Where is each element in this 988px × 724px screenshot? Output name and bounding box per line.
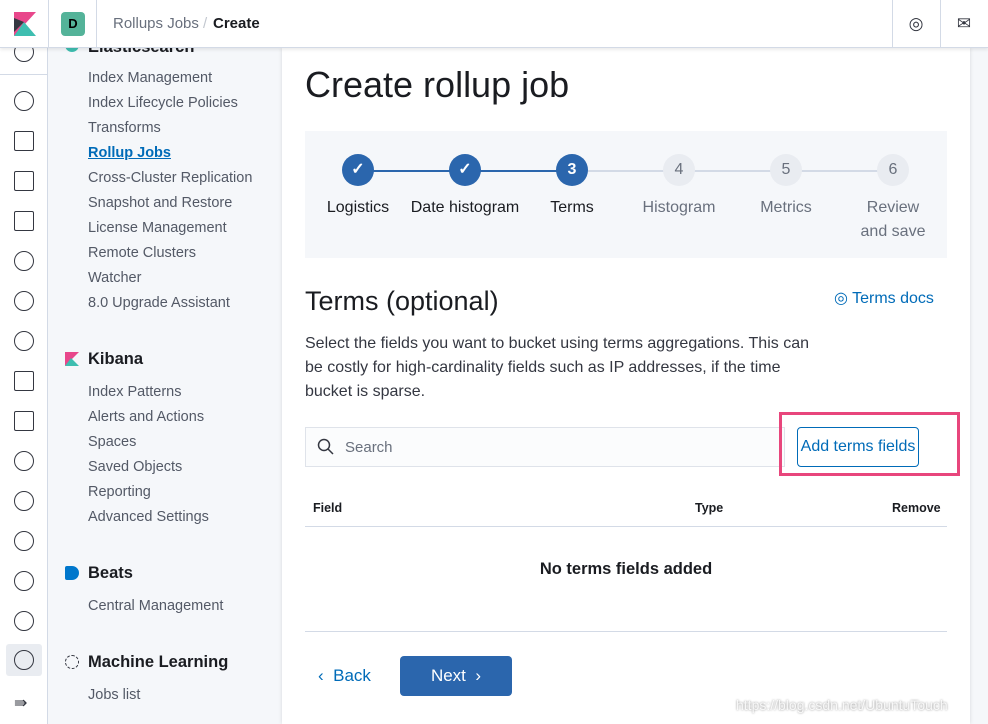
dev-tools-icon[interactable] bbox=[14, 571, 34, 591]
check-icon: ✓ bbox=[449, 154, 481, 186]
chevron-left-icon: ‹ bbox=[318, 666, 334, 685]
apm-icon[interactable] bbox=[14, 531, 34, 551]
divider bbox=[96, 0, 97, 48]
nav-icon-rail: ⇛ bbox=[0, 42, 48, 724]
back-button[interactable]: ‹ Back bbox=[318, 666, 371, 686]
empty-table-message: No terms fields added bbox=[539, 560, 713, 578]
divider bbox=[305, 526, 947, 527]
nav-spaces[interactable]: Spaces bbox=[88, 434, 136, 450]
management-sidenav: Elasticsearch Index Management Index Lif… bbox=[49, 38, 281, 724]
help-icon: ◎ bbox=[834, 290, 853, 307]
divider bbox=[940, 0, 941, 48]
next-button[interactable]: Next › bbox=[400, 656, 512, 696]
beats-icon bbox=[65, 566, 79, 580]
siem-icon[interactable] bbox=[14, 331, 34, 351]
gear-icon[interactable] bbox=[14, 650, 34, 670]
divider bbox=[48, 0, 49, 48]
breadcrumb-create: Create bbox=[213, 15, 260, 32]
nav-reporting[interactable]: Reporting bbox=[88, 484, 151, 500]
nav-license-management[interactable]: License Management bbox=[88, 220, 227, 236]
maps-icon[interactable] bbox=[14, 251, 34, 271]
monitoring-icon[interactable] bbox=[14, 611, 34, 631]
nav-jobs-list[interactable]: Jobs list bbox=[88, 687, 140, 703]
search-input[interactable]: Search bbox=[305, 427, 785, 467]
uptime-icon[interactable] bbox=[14, 451, 34, 471]
breadcrumb-rollup-jobs[interactable]: Rollups Jobs bbox=[113, 15, 199, 32]
nav-advanced-settings[interactable]: Advanced Settings bbox=[88, 509, 209, 525]
step-review-and-save[interactable]: 6 Review and save bbox=[838, 154, 948, 244]
page-title: Create rollup job bbox=[305, 64, 570, 105]
divider bbox=[892, 0, 893, 48]
nav-index-lifecycle-policies[interactable]: Index Lifecycle Policies bbox=[88, 95, 238, 111]
machine-learning-icon[interactable] bbox=[14, 291, 34, 311]
nav-index-patterns[interactable]: Index Patterns bbox=[88, 384, 182, 400]
canvas-icon[interactable] bbox=[14, 211, 34, 231]
infrastructure-icon[interactable] bbox=[14, 411, 34, 431]
nav-alerts-and-actions[interactable]: Alerts and Actions bbox=[88, 409, 204, 425]
nav-cross-cluster-replication[interactable]: Cross-Cluster Replication bbox=[88, 170, 252, 186]
help-icon[interactable]: ◎ bbox=[906, 14, 926, 34]
step-terms[interactable]: 3 Terms bbox=[517, 154, 627, 220]
nav-upgrade-assistant[interactable]: 8.0 Upgrade Assistant bbox=[88, 295, 230, 311]
space-avatar[interactable]: D bbox=[61, 12, 85, 36]
divider bbox=[305, 631, 947, 632]
mail-icon[interactable]: ✉ bbox=[954, 14, 974, 34]
section-beats: Beats bbox=[88, 564, 133, 582]
nav-watcher[interactable]: Watcher bbox=[88, 270, 141, 286]
step-date-histogram[interactable]: ✓ Date histogram bbox=[410, 154, 520, 220]
nav-saved-objects[interactable]: Saved Objects bbox=[88, 459, 182, 475]
nav-remote-clusters[interactable]: Remote Clusters bbox=[88, 245, 196, 261]
divider bbox=[0, 74, 47, 75]
nav-transforms[interactable]: Transforms bbox=[88, 120, 161, 136]
watermark: https://blog.csdn.net/UbuntuTouch bbox=[736, 697, 948, 713]
nav-index-management[interactable]: Index Management bbox=[88, 70, 212, 86]
visualize-icon[interactable] bbox=[14, 131, 34, 151]
section-description: Select the fields you want to bucket usi… bbox=[305, 335, 809, 400]
kibana-icon bbox=[65, 352, 79, 366]
section-title: Terms (optional) bbox=[305, 286, 499, 316]
top-header: D Rollups Jobs / Create ◎ ✉ bbox=[0, 0, 988, 48]
step-logistics[interactable]: ✓ Logistics bbox=[303, 154, 413, 220]
terms-docs-link[interactable]: ◎ Terms docs bbox=[834, 288, 934, 308]
section-kibana: Kibana bbox=[88, 350, 144, 368]
nav-central-management[interactable]: Central Management bbox=[88, 598, 223, 614]
machine-learning-icon bbox=[65, 655, 79, 669]
breadcrumb-separator: / bbox=[203, 15, 208, 32]
check-icon: ✓ bbox=[342, 154, 374, 186]
steps: ✓ Logistics ✓ Date histogram 3 Terms 4 Histo… bbox=[305, 131, 947, 258]
discover-icon[interactable] bbox=[14, 91, 34, 111]
step-histogram[interactable]: 4 Histogram bbox=[624, 154, 734, 220]
chevron-right-icon: › bbox=[465, 666, 482, 685]
column-remove: Remove bbox=[892, 501, 941, 515]
main-panel: Create rollup job ✓ Logistics ✓ Date histo… bbox=[282, 48, 970, 724]
dashboard-icon[interactable] bbox=[14, 171, 34, 191]
graph-icon[interactable] bbox=[14, 491, 34, 511]
search-icon bbox=[317, 438, 334, 455]
column-type[interactable]: Type bbox=[695, 501, 723, 515]
kibana-logo[interactable] bbox=[14, 12, 36, 36]
nav-rollup-jobs[interactable]: Rollup Jobs bbox=[88, 145, 171, 161]
step-metrics[interactable]: 5 Metrics bbox=[731, 154, 841, 220]
nav-snapshot-and-restore[interactable]: Snapshot and Restore bbox=[88, 195, 232, 211]
collapse-nav-icon[interactable]: ⇛ bbox=[14, 693, 27, 713]
section-machine-learning: Machine Learning bbox=[88, 653, 229, 671]
column-field[interactable]: Field bbox=[313, 501, 342, 515]
add-terms-fields-button[interactable]: Add terms fields bbox=[797, 427, 919, 467]
logs-icon[interactable] bbox=[14, 371, 34, 391]
